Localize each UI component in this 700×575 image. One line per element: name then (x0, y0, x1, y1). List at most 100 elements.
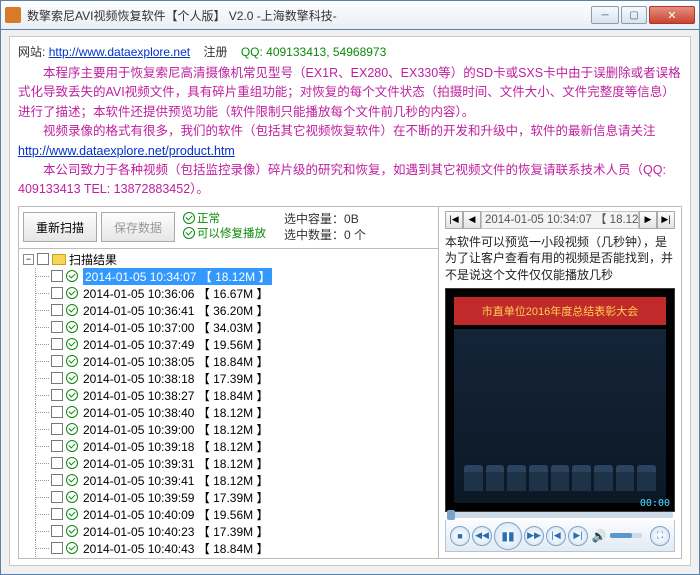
video-time: 00:00 (640, 498, 670, 509)
checkbox[interactable] (51, 491, 63, 503)
minimize-button[interactable]: ─ (591, 6, 619, 24)
app-icon (5, 7, 21, 23)
item-label: 2014-01-05 10:34:07 【 18.12M 】 (83, 268, 272, 285)
ok-icon (66, 372, 78, 384)
video-preview[interactable]: 市直单位2016年度总结表彰大会 00:00 (445, 288, 675, 512)
product-link[interactable]: http://www.dataexplore.net/product.htm (18, 144, 235, 158)
checkbox[interactable] (51, 287, 63, 299)
tree-item[interactable]: 2014-01-05 10:37:00 【 34.03M 】 (21, 319, 438, 336)
tree-item[interactable]: 2014-01-05 10:39:31 【 18.12M 】 (21, 455, 438, 472)
window-title: 数擎索尼AVI视频恢复软件【个人版】 V2.0 -上海数擎科技- (27, 7, 591, 24)
site-link[interactable]: http://www.dataexplore.net (49, 45, 190, 59)
ok-icon (66, 406, 78, 418)
play-pause-button[interactable]: ▮▮ (494, 522, 522, 550)
next-fast-button[interactable]: ▶| (657, 211, 675, 229)
close-button[interactable]: ✕ (649, 6, 695, 24)
item-label: 2014-01-05 10:40:09 【 19.56M 】 (83, 506, 268, 523)
tree-item[interactable]: 2014-01-05 10:40:43 【 18.84M 】 (21, 540, 438, 557)
ok-icon (66, 355, 78, 367)
window-body: 网站: http://www.dataexplore.net 注册 QQ: 40… (0, 30, 700, 575)
root-label: 扫描结果 (69, 251, 117, 268)
save-button[interactable]: 保存数据 (101, 212, 175, 242)
checkbox[interactable] (51, 372, 63, 384)
checkbox[interactable] (51, 508, 63, 520)
tree-item[interactable]: 2014-01-05 10:40:23 【 17.39M 】 (21, 523, 438, 540)
checkbox[interactable] (51, 389, 63, 401)
maximize-button[interactable]: ▢ (621, 6, 647, 24)
item-label: 2014-01-05 10:39:59 【 17.39M 】 (83, 489, 268, 506)
left-panel: 重新扫描 保存数据 正常 可以修复播放 选中容量：0B 选中数量：0 个 − (19, 207, 439, 558)
item-label: 2014-01-05 10:38:40 【 18.12M 】 (83, 404, 268, 421)
tree-item[interactable]: 2014-01-05 10:37:49 【 19.56M 】 (21, 336, 438, 353)
checkbox[interactable] (37, 253, 49, 265)
checkbox[interactable] (51, 355, 63, 367)
selection-info: 选中容量：0B 选中数量：0 个 (284, 211, 366, 243)
rescan-button[interactable]: 重新扫描 (23, 212, 97, 242)
tree-item[interactable]: 2014-01-05 10:39:18 【 18.12M 】 (21, 438, 438, 455)
tree-root[interactable]: − 扫描结果 (21, 251, 438, 268)
checkbox[interactable] (51, 406, 63, 418)
register-link[interactable]: 注册 (203, 45, 227, 59)
folder-icon (52, 254, 66, 265)
tree-item[interactable]: 2014-01-05 10:34:07 【 18.12M 】 (21, 268, 438, 285)
tree-item[interactable]: 2014-01-05 10:38:18 【 17.39M 】 (21, 370, 438, 387)
next-button[interactable]: ▶ (639, 211, 657, 229)
skip-back-button[interactable]: |◀ (546, 526, 566, 546)
tree-item[interactable]: 2014-01-05 10:36:41 【 36.20M 】 (21, 302, 438, 319)
ok-icon (66, 525, 78, 537)
tree-item[interactable]: 2014-01-05 10:36:06 【 16.67M 】 (21, 285, 438, 302)
volume-slider[interactable] (610, 533, 642, 538)
ok-icon (66, 440, 78, 452)
ok-icon (66, 287, 78, 299)
video-stage (454, 329, 666, 503)
titlebar: 数擎索尼AVI视频恢复软件【个人版】 V2.0 -上海数擎科技- ─ ▢ ✕ (0, 0, 700, 30)
tree-item[interactable]: 2014-01-05 10:38:40 【 18.12M 】 (21, 404, 438, 421)
ok-icon (66, 542, 78, 554)
tree-view[interactable]: − 扫描结果 2014-01-05 10:34:07 【 18.12M 】201… (19, 249, 438, 558)
ok-icon (66, 270, 78, 282)
item-label: 2014-01-05 10:39:31 【 18.12M 】 (83, 455, 268, 472)
step-back-button[interactable]: ◀◀ (472, 526, 492, 546)
ok-icon (183, 212, 195, 224)
desc-p2: 视频录像的格式有很多，我们的软件（包括其它视频恢复软件）在不断的开发和升级中，软… (18, 122, 682, 161)
checkbox[interactable] (51, 423, 63, 435)
tree-item[interactable]: 2014-01-05 10:39:59 【 17.39M 】 (21, 489, 438, 506)
volume-icon[interactable]: 🔊 (590, 527, 608, 545)
ok-icon (66, 508, 78, 520)
video-people (464, 457, 656, 491)
checkbox[interactable] (51, 304, 63, 316)
checkbox[interactable] (51, 474, 63, 486)
checkbox[interactable] (51, 321, 63, 333)
tree-item[interactable]: 2014-01-05 10:39:41 【 18.12M 】 (21, 472, 438, 489)
prev-button[interactable]: ◀ (463, 211, 481, 229)
checkbox[interactable] (51, 338, 63, 350)
fullscreen-button[interactable]: ⛶ (650, 526, 670, 546)
tree-item[interactable]: 2014-01-05 10:40:09 【 19.56M 】 (21, 506, 438, 523)
item-label: 2014-01-05 10:37:49 【 19.56M 】 (83, 336, 268, 353)
tree-item[interactable]: 2014-01-05 10:38:05 【 18.84M 】 (21, 353, 438, 370)
item-label: 2014-01-05 10:38:05 【 18.84M 】 (83, 353, 268, 370)
skip-fwd-button[interactable]: ▶| (568, 526, 588, 546)
checkbox[interactable] (51, 525, 63, 537)
seek-bar[interactable] (447, 512, 673, 518)
work-area: 重新扫描 保存数据 正常 可以修复播放 选中容量：0B 选中数量：0 个 − (18, 206, 682, 559)
stop-button[interactable]: ■ (450, 526, 470, 546)
qq-info: QQ: 409133413, 54968973 (241, 45, 386, 59)
content-area: 网站: http://www.dataexplore.net 注册 QQ: 40… (9, 36, 691, 566)
item-label: 2014-01-05 10:38:27 【 18.84M 】 (83, 387, 268, 404)
tree-item[interactable]: 2014-01-05 10:39:00 【 18.12M 】 (21, 421, 438, 438)
ok-icon (66, 321, 78, 333)
tree-item[interactable]: 2014-01-05 10:38:27 【 18.84M 】 (21, 387, 438, 404)
item-label: 2014-01-05 10:39:41 【 18.12M 】 (83, 472, 268, 489)
collapse-icon[interactable]: − (23, 254, 34, 265)
toolbar: 重新扫描 保存数据 正常 可以修复播放 选中容量：0B 选中数量：0 个 (19, 207, 438, 249)
checkbox[interactable] (51, 270, 63, 282)
file-selector: |◀ ◀ 2014-01-05 10:34:07 【 18.12M】 18.1M… (445, 211, 675, 229)
site-label: 网站: (18, 45, 45, 59)
step-fwd-button[interactable]: ▶▶ (524, 526, 544, 546)
prev-fast-button[interactable]: |◀ (445, 211, 463, 229)
checkbox[interactable] (51, 440, 63, 452)
desc-p1: 本程序主要用于恢复索尼高清摄像机常见型号（EX1R、EX280、EX330等）的… (18, 64, 682, 122)
checkbox[interactable] (51, 542, 63, 554)
checkbox[interactable] (51, 457, 63, 469)
